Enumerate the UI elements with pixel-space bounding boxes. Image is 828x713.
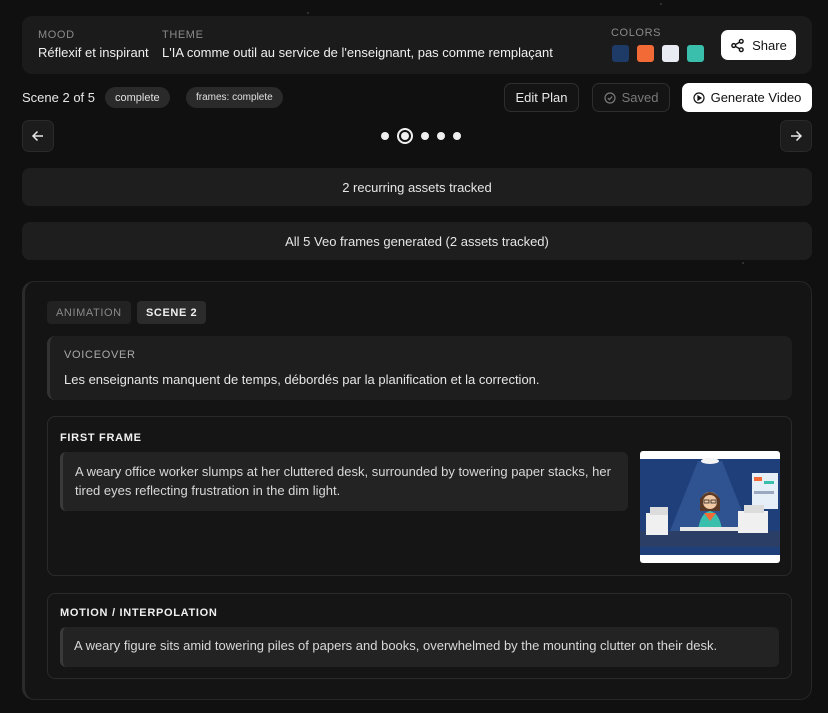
share-button[interactable]: Share bbox=[721, 30, 796, 60]
color-swatch bbox=[612, 45, 629, 62]
arrow-right-icon bbox=[791, 130, 803, 142]
generate-video-button[interactable]: Generate Video bbox=[682, 83, 812, 112]
first-frame-thumbnail[interactable] bbox=[640, 451, 780, 563]
colors-label: COLORS bbox=[611, 27, 662, 39]
generate-video-label: Generate Video bbox=[710, 90, 802, 105]
frames-status-badge: frames: complete bbox=[186, 87, 283, 108]
saved-button[interactable]: Saved bbox=[592, 83, 670, 112]
arrow-left-icon bbox=[31, 130, 43, 142]
scene-dot-active[interactable] bbox=[397, 128, 413, 144]
mood-value: Réflexif et inspirant bbox=[38, 45, 149, 60]
next-scene-button[interactable] bbox=[780, 120, 812, 152]
frames-generated-text: All 5 Veo frames generated (2 assets tra… bbox=[285, 233, 549, 249]
check-circle-icon bbox=[603, 91, 616, 104]
saved-label: Saved bbox=[621, 90, 659, 105]
voiceover-label: VOICEOVER bbox=[64, 349, 136, 361]
scene-dot[interactable] bbox=[453, 132, 461, 140]
scene-dot[interactable] bbox=[421, 132, 429, 140]
motion-section: MOTION / INTERPOLATION A weary figure si… bbox=[47, 593, 792, 679]
edit-plan-button[interactable]: Edit Plan bbox=[504, 83, 579, 112]
color-palette bbox=[612, 45, 704, 62]
scene-dot[interactable] bbox=[381, 132, 389, 140]
motion-label: MOTION / INTERPOLATION bbox=[60, 607, 218, 619]
scene-counter: Scene 2 of 5 bbox=[22, 90, 95, 105]
share-button-label: Share bbox=[752, 37, 787, 53]
play-circle-icon bbox=[692, 91, 705, 104]
plan-summary-card: MOOD Réflexif et inspirant THEME L'IA co… bbox=[22, 16, 812, 74]
theme-value: L'IA comme outil au service de l'enseign… bbox=[162, 45, 553, 60]
recurring-assets-banner[interactable]: 2 recurring assets tracked bbox=[22, 168, 812, 206]
scene-type-tag: ANIMATION bbox=[47, 301, 131, 324]
voiceover-text: Les enseignants manquent de temps, débor… bbox=[64, 372, 540, 387]
scene-pagination bbox=[381, 128, 461, 144]
previous-scene-button[interactable] bbox=[22, 120, 54, 152]
scene-number-tag: SCENE 2 bbox=[137, 301, 207, 324]
voiceover-section: VOICEOVER Les enseignants manquent de te… bbox=[47, 336, 792, 400]
color-swatch bbox=[662, 45, 679, 62]
motion-prompt: A weary figure sits amid towering piles … bbox=[60, 627, 779, 667]
scene-dot[interactable] bbox=[437, 132, 445, 140]
mood-label: MOOD bbox=[38, 29, 75, 41]
theme-label: THEME bbox=[162, 29, 204, 41]
recurring-assets-text: 2 recurring assets tracked bbox=[342, 179, 492, 195]
color-swatch bbox=[637, 45, 654, 62]
first-frame-section: FIRST FRAME A weary office worker slumps… bbox=[47, 416, 792, 576]
first-frame-prompt: A weary office worker slumps at her clut… bbox=[60, 452, 628, 511]
edit-plan-label: Edit Plan bbox=[515, 90, 568, 105]
frames-generated-banner[interactable]: All 5 Veo frames generated (2 assets tra… bbox=[22, 222, 812, 260]
share-icon bbox=[731, 38, 744, 52]
first-frame-label: FIRST FRAME bbox=[60, 432, 142, 444]
scene-card: ANIMATION SCENE 2 VOICEOVER Les enseigna… bbox=[22, 281, 812, 700]
status-badge: complete bbox=[105, 87, 170, 108]
color-swatch bbox=[687, 45, 704, 62]
